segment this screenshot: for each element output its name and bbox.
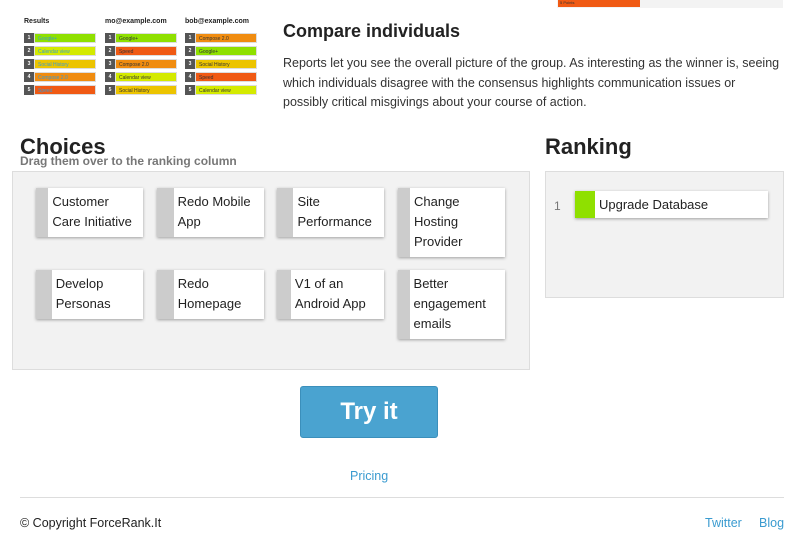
rank-number: 1	[554, 199, 561, 213]
choice-label: Redo Mobile App	[177, 194, 251, 229]
try-it-button[interactable]: Try it	[300, 386, 438, 438]
choice-card[interactable]: Redo Mobile App	[157, 188, 264, 237]
thumbnail-row: 4 Compose 2.0	[24, 72, 96, 82]
thumbnail-rank: 5	[24, 85, 34, 95]
thumbnail-rank: 2	[185, 46, 195, 56]
thumbnail-rank: 4	[105, 72, 115, 82]
thumbnail-row: 5 Calendar view	[185, 85, 257, 95]
thumbnail-row: 3 Social History	[185, 59, 257, 69]
thumbnail-column-title: bob@example.com	[185, 18, 250, 25]
choice-label: Customer Care Initiative	[52, 194, 132, 229]
pricing-link[interactable]: Pricing	[350, 469, 388, 483]
footer-divider	[20, 497, 784, 498]
choices-subtitle: Drag them over to the ranking column	[20, 154, 237, 168]
thumbnail-row: 1 Google+	[24, 33, 96, 43]
drag-handle[interactable]	[157, 270, 174, 319]
choice-card[interactable]: Redo Homepage	[157, 270, 264, 319]
twitter-link[interactable]: Twitter	[705, 516, 742, 530]
top-bar-preview: 5 Points	[557, 0, 783, 8]
thumbnail-row: 3 Compose 2.0	[105, 59, 177, 69]
ranked-item-label: Upgrade Database	[599, 197, 709, 212]
choice-card[interactable]: Customer Care Initiative	[36, 188, 143, 237]
thumbnail-column-title: mo@example.com	[105, 18, 167, 25]
thumbnail-column-title: Results	[24, 18, 50, 25]
choice-card[interactable]: Change Hosting Provider	[398, 188, 505, 257]
thumbnail-rank: 4	[24, 72, 34, 82]
drag-handle[interactable]	[277, 188, 294, 237]
thumbnail-label: Social History	[115, 85, 177, 95]
choices-area: Customer Care Initiative Redo Mobile App S…	[12, 171, 530, 370]
thumbnail-row: 1 Compose 2.0	[185, 33, 257, 43]
thumbnail-rank: 4	[185, 72, 195, 82]
thumbnail-label: Compose 2.0	[115, 59, 177, 69]
thumbnail-rank: 3	[105, 59, 115, 69]
thumbnail-row: 1 Google+	[105, 33, 177, 43]
copyright: © Copyright ForceRank.It	[20, 516, 162, 530]
thumbnail-label: Speed	[34, 85, 96, 95]
choice-card[interactable]: V1 of an Android App	[277, 270, 384, 319]
thumbnail-row: 2 Google+	[185, 46, 257, 56]
thumbnail-label: Google+	[195, 46, 257, 56]
thumbnail-label: Calendar view	[34, 46, 96, 56]
drag-handle[interactable]	[398, 188, 410, 257]
thumbnail-rank: 1	[105, 33, 115, 43]
choice-card[interactable]: Better engagement emails	[398, 270, 505, 339]
thumbnail-rank: 1	[185, 33, 195, 43]
thumbnail-label: Social History	[34, 59, 96, 69]
thumbnail-row: 3 Social History	[24, 59, 96, 69]
compare-title: Compare individuals	[283, 21, 461, 41]
thumbnail-label: Compose 2.0	[195, 33, 257, 43]
thumbnail-label: Speed	[115, 46, 177, 56]
ranking-title: Ranking	[545, 134, 632, 159]
thumbnail-row: 5 Speed	[24, 85, 96, 95]
thumbnail-rank: 2	[24, 46, 34, 56]
thumbnail-label: Speed	[195, 72, 257, 82]
compare-description: Reports let you see the overall picture …	[283, 56, 780, 109]
drag-handle[interactable]	[157, 188, 174, 237]
choice-label: Site Performance	[297, 194, 372, 229]
choice-label: Better engagement emails	[413, 276, 486, 331]
thumbnail-rank: 2	[105, 46, 115, 56]
ranking-area: 1 Upgrade Database	[545, 171, 784, 298]
blog-link[interactable]: Blog	[759, 516, 784, 530]
thumbnail-rank: 3	[185, 59, 195, 69]
choice-label: Redo Homepage	[177, 276, 242, 311]
thumbnail-label: Google+	[115, 33, 177, 43]
thumbnail-row: 2 Speed	[105, 46, 177, 56]
choice-label: V1 of an Android App	[294, 276, 366, 311]
thumbnail-row: 4 Calendar view	[105, 72, 177, 82]
thumbnail-row: 5 Social History	[105, 85, 177, 95]
ranked-item[interactable]: Upgrade Database	[575, 191, 768, 218]
drag-handle[interactable]	[36, 270, 52, 319]
thumbnail-rank: 5	[105, 85, 115, 95]
points-bar: 5 Points	[558, 0, 640, 7]
thumbnail-label: Calendar view	[195, 85, 257, 95]
drag-handle[interactable]	[575, 191, 595, 218]
drag-handle[interactable]	[36, 188, 49, 237]
drag-handle[interactable]	[277, 270, 291, 319]
thumbnail-label: Compose 2.0	[34, 72, 96, 82]
drag-handle[interactable]	[398, 270, 410, 339]
choice-card[interactable]: Develop Personas	[36, 270, 143, 319]
choice-card[interactable]: Site Performance	[277, 188, 384, 237]
thumbnail-label: Calendar view	[115, 72, 177, 82]
thumbnail-label: Google+	[34, 33, 96, 43]
thumbnail-row: 2 Calendar view	[24, 46, 96, 56]
thumbnail-rank: 3	[24, 59, 34, 69]
thumbnail-label: Social History	[195, 59, 257, 69]
choice-label: Change Hosting Provider	[413, 194, 463, 249]
thumbnail-rank: 5	[185, 85, 195, 95]
choice-label: Develop Personas	[55, 276, 111, 311]
thumbnail-row: 4 Speed	[185, 72, 257, 82]
thumbnail-rank: 1	[24, 33, 34, 43]
